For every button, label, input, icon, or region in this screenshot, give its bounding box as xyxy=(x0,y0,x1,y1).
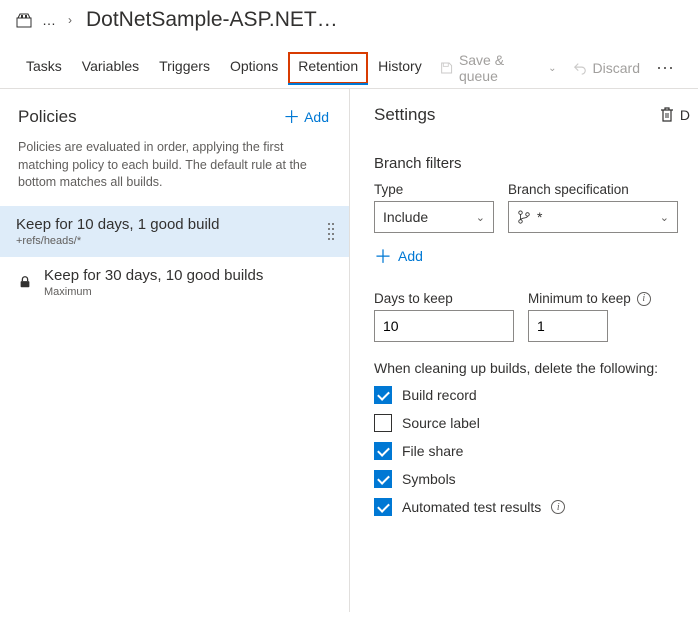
policy-row[interactable]: Keep for 30 days, 10 good builds Maximum xyxy=(0,257,349,308)
policy-title: Keep for 10 days, 1 good build xyxy=(16,216,219,233)
lock-icon xyxy=(16,275,34,289)
breadcrumb-more[interactable]: … xyxy=(40,12,58,28)
checkbox-icon xyxy=(374,386,392,404)
policy-subtitle: +refs/heads/* xyxy=(16,235,219,247)
checkbox-source-label[interactable]: Source label xyxy=(374,414,690,432)
minimum-to-keep-input[interactable] xyxy=(528,310,608,342)
branch-spec-select[interactable]: * ⌄ xyxy=(508,201,678,233)
checkbox-build-record[interactable]: Build record xyxy=(374,386,690,404)
breadcrumb: … › DotNetSample-ASP.NET… xyxy=(0,0,698,36)
info-icon[interactable]: i xyxy=(551,500,565,514)
tab-options[interactable]: Options xyxy=(220,52,288,84)
info-icon[interactable]: i xyxy=(637,292,651,306)
policy-subtitle: Maximum xyxy=(44,286,263,298)
checkbox-icon xyxy=(374,498,392,516)
chevron-right-icon: › xyxy=(66,13,74,27)
tab-bar: Tasks Variables Triggers Options Retenti… xyxy=(0,36,698,89)
save-icon xyxy=(440,61,453,75)
branch-icon xyxy=(517,210,531,224)
tab-tasks[interactable]: Tasks xyxy=(16,52,72,84)
policy-row[interactable]: Keep for 10 days, 1 good build +refs/hea… xyxy=(0,206,349,257)
policies-panel: Policies ＋ Add Policies are evaluated in… xyxy=(0,89,350,612)
checkbox-icon xyxy=(374,470,392,488)
policies-heading: Policies xyxy=(18,107,77,127)
checkbox-automated-tests[interactable]: Automated test results i xyxy=(374,498,690,516)
undo-icon xyxy=(573,61,587,75)
days-to-keep-label: Days to keep xyxy=(374,291,514,306)
project-icon xyxy=(16,12,32,28)
policy-title: Keep for 30 days, 10 good builds xyxy=(44,267,263,284)
more-menu[interactable]: ⋯ xyxy=(648,58,682,79)
cleanup-label: When cleaning up builds, delete the foll… xyxy=(374,360,690,376)
discard-button[interactable]: Discard xyxy=(565,56,648,80)
checkbox-icon xyxy=(374,442,392,460)
minimum-to-keep-label: Minimum to keep i xyxy=(528,291,651,306)
page-title[interactable]: DotNetSample-ASP.NET… xyxy=(86,8,338,32)
settings-heading: Settings xyxy=(374,105,435,125)
checkbox-icon xyxy=(374,414,392,432)
save-queue-button[interactable]: Save & queue ⌄ xyxy=(432,48,565,88)
chevron-down-icon: ⌄ xyxy=(548,63,556,74)
checkbox-symbols[interactable]: Symbols xyxy=(374,470,690,488)
days-to-keep-input[interactable] xyxy=(374,310,514,342)
plus-icon: ＋ xyxy=(374,243,392,269)
branch-filters-heading: Branch filters xyxy=(374,155,690,172)
delete-button[interactable]: D xyxy=(660,107,690,123)
type-label: Type xyxy=(374,182,494,197)
settings-panel: Settings D Branch filters Type Include ⌄… xyxy=(350,89,698,612)
type-select[interactable]: Include ⌄ xyxy=(374,201,494,233)
tab-triggers[interactable]: Triggers xyxy=(149,52,220,84)
plus-icon: ＋ xyxy=(283,109,300,126)
policies-description: Policies are evaluated in order, applyin… xyxy=(0,133,349,206)
chevron-down-icon: ⌄ xyxy=(660,211,669,224)
tab-variables[interactable]: Variables xyxy=(72,52,149,84)
add-policy-button[interactable]: ＋ Add xyxy=(283,109,329,126)
chevron-down-icon: ⌄ xyxy=(476,211,485,224)
tab-retention[interactable]: Retention xyxy=(288,52,368,84)
checkbox-file-share[interactable]: File share xyxy=(374,442,690,460)
branch-spec-label: Branch specification xyxy=(508,182,678,197)
trash-icon xyxy=(660,107,674,123)
add-branch-filter-button[interactable]: ＋ Add xyxy=(374,243,690,269)
tab-history[interactable]: History xyxy=(368,52,432,84)
drag-handle-icon[interactable] xyxy=(327,221,335,241)
